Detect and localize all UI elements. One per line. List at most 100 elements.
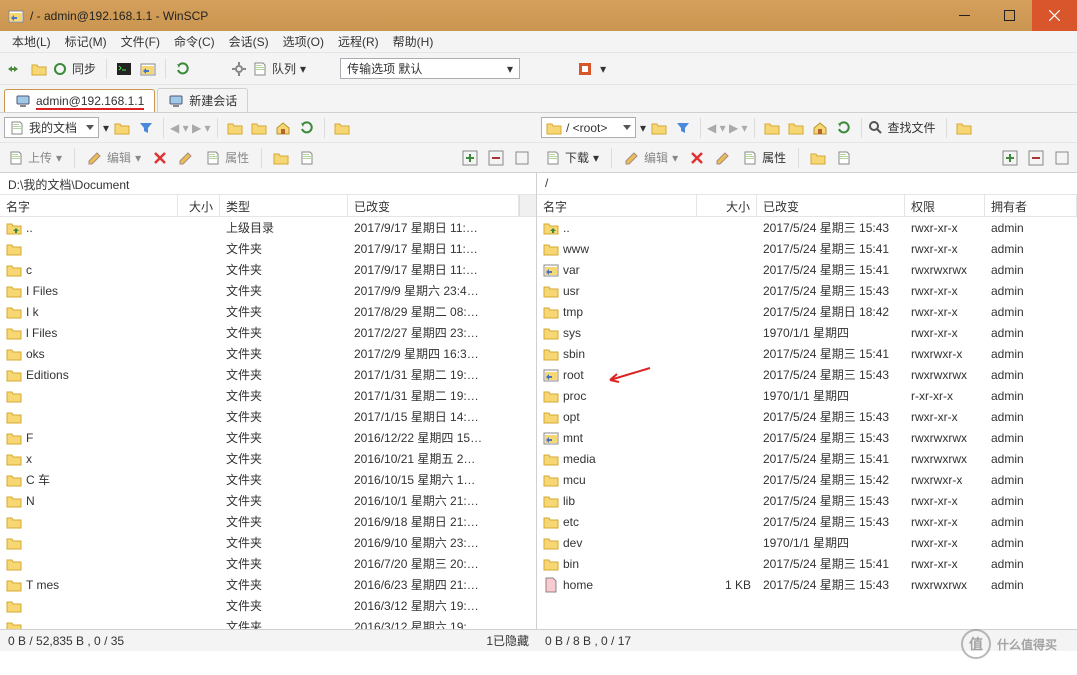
col-changed[interactable]: 已改变 — [757, 195, 905, 216]
local-parent-button[interactable] — [224, 117, 246, 139]
table-row[interactable]: www2017/5/24 星期三 15:41rwxr-xr-xadmin — [537, 238, 1077, 259]
local-rename-button[interactable] — [175, 147, 197, 169]
maximize-button[interactable] — [987, 0, 1032, 31]
local-filter-button[interactable] — [135, 117, 157, 139]
table-row[interactable]: 文件夹2016/9/10 星期六 23:… — [0, 532, 536, 553]
table-row[interactable]: var2017/5/24 星期三 15:41rwxrwxrwxadmin — [537, 259, 1077, 280]
table-row[interactable]: root2017/5/24 星期三 15:43rwxrwxrwxadmin — [537, 364, 1077, 385]
table-row[interactable]: media2017/5/24 星期三 15:41rwxrwxrwxadmin — [537, 448, 1077, 469]
remote-home-button[interactable] — [809, 117, 831, 139]
table-row[interactable]: C 车文件夹2016/10/15 星期六 1… — [0, 469, 536, 490]
remote-file-list[interactable]: ..2017/5/24 星期三 15:43rwxr-xr-xadminwww20… — [537, 217, 1077, 629]
remote-expand-button[interactable] — [999, 147, 1021, 169]
local-newfile-button[interactable] — [296, 147, 318, 169]
local-expand-button[interactable] — [459, 147, 481, 169]
remote-back-button[interactable] — [648, 117, 670, 139]
remote-edit-button[interactable]: 编辑▾ — [620, 147, 682, 168]
remote-newfolder-button[interactable] — [807, 147, 829, 169]
menu-options[interactable]: 选项(O) — [277, 31, 330, 52]
remote-filter-button[interactable] — [672, 117, 694, 139]
menu-local[interactable]: 本地(L) — [6, 31, 57, 52]
remote-newfile-button[interactable] — [833, 147, 855, 169]
table-row[interactable]: 文件夹2016/9/18 星期日 21:… — [0, 511, 536, 532]
table-row[interactable]: ..上级目录2017/9/17 星期日 11:… — [0, 217, 536, 238]
sync-button[interactable]: 同步 — [52, 60, 100, 77]
table-row[interactable]: ..2017/5/24 星期三 15:43rwxr-xr-xadmin — [537, 217, 1077, 238]
transfer-settings-combo[interactable]: 传输选项 默认▾ — [340, 58, 520, 79]
table-row[interactable]: oks文件夹2017/2/9 星期四 16:3… — [0, 343, 536, 364]
table-row[interactable]: sys1970/1/1 星期四rwxr-xr-xadmin — [537, 322, 1077, 343]
remote-bookmark-button[interactable] — [953, 117, 975, 139]
col-name[interactable]: 名字 — [537, 195, 697, 216]
sync-folders-button[interactable] — [28, 58, 50, 80]
local-refresh-button[interactable] — [296, 117, 318, 139]
minimize-button[interactable] — [942, 0, 987, 31]
remote-rename-button[interactable] — [712, 147, 734, 169]
table-row[interactable]: home1 KB2017/5/24 星期三 15:43rwxrwxrwxadmi… — [537, 574, 1077, 595]
settings-button[interactable] — [228, 58, 250, 80]
local-collapse-button[interactable] — [485, 147, 507, 169]
queue-button[interactable]: 队列▾ — [252, 60, 306, 77]
col-perm[interactable]: 权限 — [905, 195, 985, 216]
compare-button[interactable] — [4, 58, 26, 80]
col-size[interactable]: 大小 — [178, 195, 220, 216]
table-row[interactable]: c文件夹2017/9/17 星期日 11:… — [0, 259, 536, 280]
table-row[interactable]: mcu2017/5/24 星期三 15:42rwxrwxr-xadmin — [537, 469, 1077, 490]
sync-browse-button[interactable] — [172, 58, 194, 80]
table-row[interactable]: bin2017/5/24 星期三 15:41rwxr-xr-xadmin — [537, 553, 1077, 574]
remote-select-button[interactable] — [1051, 147, 1073, 169]
menu-help[interactable]: 帮助(H) — [387, 31, 440, 52]
local-props-button[interactable]: 属性 — [201, 147, 253, 168]
local-drive-combo[interactable]: 我的文档 — [4, 117, 99, 138]
table-row[interactable]: T mes文件夹2016/6/23 星期四 21:… — [0, 574, 536, 595]
menu-remote[interactable]: 远程(R) — [332, 31, 385, 52]
disconnect-button[interactable] — [574, 58, 596, 80]
remote-props-button[interactable]: 属性 — [738, 147, 790, 168]
remote-collapse-button[interactable] — [1025, 147, 1047, 169]
local-select-button[interactable] — [511, 147, 533, 169]
table-row[interactable]: 文件夹2016/3/12 星期六 19:… — [0, 595, 536, 616]
table-row[interactable]: I k文件夹2017/8/29 星期二 08:… — [0, 301, 536, 322]
local-home-button[interactable] — [272, 117, 294, 139]
local-newfolder-button[interactable] — [270, 147, 292, 169]
local-root-button[interactable] — [248, 117, 270, 139]
table-row[interactable]: F文件夹2016/12/22 星期四 15… — [0, 427, 536, 448]
table-row[interactable]: etc2017/5/24 星期三 15:43rwxr-xr-xadmin — [537, 511, 1077, 532]
local-delete-button[interactable] — [149, 147, 171, 169]
remote-delete-button[interactable] — [686, 147, 708, 169]
explorer-button[interactable] — [137, 58, 159, 80]
remote-root-button[interactable] — [785, 117, 807, 139]
new-session-tab[interactable]: 新建会话 — [157, 88, 248, 112]
menu-session[interactable]: 会话(S) — [223, 31, 275, 52]
table-row[interactable]: tmp2017/5/24 星期日 18:42rwxr-xr-xadmin — [537, 301, 1077, 322]
download-button[interactable]: 下载▾ — [541, 147, 603, 168]
table-row[interactable]: 文件夹2016/3/12 星期六 19:… — [0, 616, 536, 629]
console-button[interactable] — [113, 58, 135, 80]
local-bookmark-button[interactable] — [331, 117, 353, 139]
table-row[interactable]: 文件夹2017/9/17 星期日 11:… — [0, 238, 536, 259]
col-changed[interactable]: 已改变 — [348, 195, 519, 216]
table-row[interactable]: l Files文件夹2017/2/27 星期四 23:… — [0, 322, 536, 343]
table-row[interactable]: 文件夹2016/7/20 星期三 20:… — [0, 553, 536, 574]
col-name[interactable]: 名字 — [0, 195, 178, 216]
remote-refresh-button[interactable] — [833, 117, 855, 139]
local-path[interactable]: D:\我的文档\Document — [0, 173, 536, 195]
table-row[interactable]: sbin2017/5/24 星期三 15:41rwxrwxr-xadmin — [537, 343, 1077, 364]
col-owner[interactable]: 拥有者 — [985, 195, 1077, 216]
table-row[interactable]: dev1970/1/1 星期四rwxr-xr-xadmin — [537, 532, 1077, 553]
table-row[interactable]: Editions文件夹2017/1/31 星期二 19:… — [0, 364, 536, 385]
table-row[interactable]: 文件夹2017/1/15 星期日 14:… — [0, 406, 536, 427]
remote-path[interactable]: / — [537, 173, 1077, 195]
upload-button[interactable]: 上传▾ — [4, 147, 66, 168]
close-button[interactable] — [1032, 0, 1077, 31]
remote-parent-button[interactable] — [761, 117, 783, 139]
table-row[interactable]: opt2017/5/24 星期三 15:43rwxr-xr-xadmin — [537, 406, 1077, 427]
local-file-list[interactable]: ..上级目录2017/9/17 星期日 11:…文件夹2017/9/17 星期日… — [0, 217, 536, 629]
table-row[interactable]: usr2017/5/24 星期三 15:43rwxr-xr-xadmin — [537, 280, 1077, 301]
table-row[interactable]: N文件夹2016/10/1 星期六 21:… — [0, 490, 536, 511]
table-row[interactable]: mnt2017/5/24 星期三 15:43rwxrwxrwxadmin — [537, 427, 1077, 448]
table-row[interactable]: 文件夹2017/1/31 星期二 19:… — [0, 385, 536, 406]
local-back-button[interactable] — [111, 117, 133, 139]
session-tab-active[interactable]: admin@192.168.1.1 — [4, 89, 155, 112]
col-size[interactable]: 大小 — [697, 195, 757, 216]
